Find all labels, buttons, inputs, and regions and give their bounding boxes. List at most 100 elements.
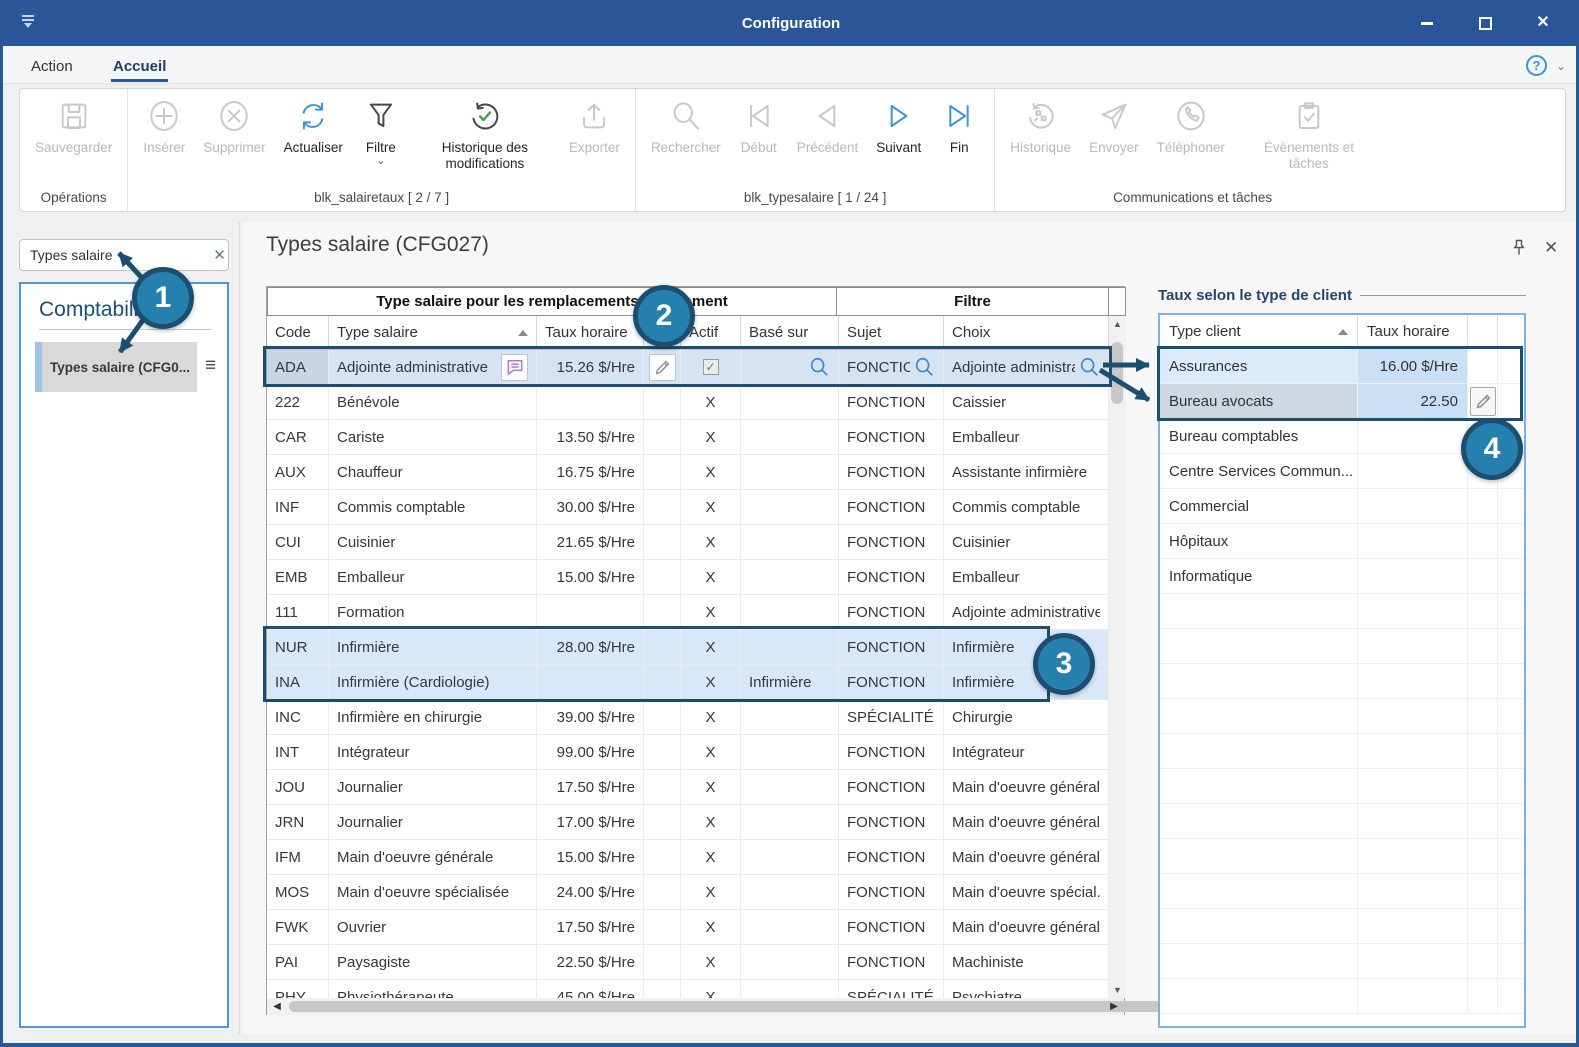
cell-code[interactable]: JRN (267, 805, 329, 839)
cell-sujet[interactable]: FONCTION (839, 770, 944, 804)
table-row[interactable]: FWKOuvrier17.50 $/HreXFONCTIONMain d'oeu… (267, 910, 1109, 945)
cell-edit[interactable] (1468, 769, 1498, 803)
cell-actif[interactable]: X (681, 945, 741, 979)
column-header-type-client[interactable]: Type client (1160, 315, 1358, 348)
cell-type-client[interactable] (1160, 839, 1358, 873)
cell-sujet[interactable]: FONCTION (839, 385, 944, 419)
cell-code[interactable]: FWK (267, 910, 329, 944)
table-row[interactable] (1160, 944, 1524, 979)
edit-pencil-button[interactable] (649, 354, 676, 381)
cell-edit[interactable] (644, 490, 681, 524)
column-header-sujet[interactable]: Sujet (839, 316, 944, 350)
cell-taux-horaire[interactable] (1358, 979, 1468, 1013)
cell-taux-horaire[interactable]: 13.50 $/Hre (537, 420, 644, 454)
cell-base-sur[interactable] (741, 700, 839, 734)
cell-edit[interactable] (644, 420, 681, 454)
maximize-button[interactable] (1456, 0, 1514, 46)
cell-sujet[interactable]: FONCTION (839, 805, 944, 839)
cell-taux-horaire[interactable] (1358, 734, 1468, 768)
cell-type-client[interactable] (1160, 769, 1358, 803)
column-header-base-sur[interactable]: Basé sur (741, 316, 839, 350)
cell-type-client[interactable] (1160, 944, 1358, 978)
cell-type-salaire[interactable]: Chauffeur (329, 455, 537, 489)
close-button[interactable]: ✕ (1514, 0, 1572, 46)
ribbon-button-historique[interactable]: Historique (1001, 89, 1080, 156)
cell-code[interactable]: JOU (267, 770, 329, 804)
cell-taux-horaire[interactable]: 17.50 $/Hre (537, 770, 644, 804)
cell-taux-horaire[interactable] (537, 595, 644, 629)
cell-type-salaire[interactable]: Main d'oeuvre spécialisée (329, 875, 537, 909)
cell-actif[interactable]: X (681, 980, 741, 998)
ribbon-button-exporter[interactable]: Exporter (560, 89, 629, 156)
cell-taux-horaire[interactable] (1358, 524, 1468, 558)
cell-base-sur[interactable] (741, 560, 839, 594)
table-row[interactable] (1160, 839, 1524, 874)
cell-taux-horaire[interactable]: 21.65 $/Hre (537, 525, 644, 559)
table-row[interactable] (1160, 664, 1524, 699)
cell-actif[interactable]: X (681, 595, 741, 629)
cell-taux-horaire[interactable] (1358, 454, 1468, 488)
cell-taux-horaire[interactable]: 16.75 $/Hre (537, 455, 644, 489)
table-row[interactable]: NURInfirmière28.00 $/HreXFONCTIONInfirmi… (267, 630, 1109, 665)
cell-code[interactable]: CAR (267, 420, 329, 454)
ribbon-button-actualiser[interactable]: Actualiser (275, 89, 352, 156)
cell-taux-horaire[interactable]: 24.00 $/Hre (537, 875, 644, 909)
cell-edit[interactable] (1468, 804, 1498, 838)
checkbox-checked-icon[interactable]: ✓ (703, 359, 719, 375)
cell-edit[interactable] (644, 770, 681, 804)
cell-type-salaire[interactable]: Journalier (329, 770, 537, 804)
cell-type-client[interactable]: Centre Services Commun... (1160, 454, 1358, 488)
table-row[interactable]: EMBEmballeur15.00 $/HreXFONCTIONEmballeu… (267, 560, 1109, 595)
table-row[interactable]: Commercial (1160, 489, 1524, 524)
help-icon[interactable]: ? (1526, 55, 1547, 76)
table-row[interactable] (1160, 804, 1524, 839)
cell-actif[interactable]: X (681, 490, 741, 524)
cell-base-sur[interactable] (741, 630, 839, 664)
sidebar-item-types-salaire[interactable]: Types salaire (CFG0... (35, 342, 197, 392)
cell-base-sur[interactable] (741, 840, 839, 874)
cell-type-client[interactable]: Informatique (1160, 559, 1358, 593)
search-input[interactable] (20, 247, 211, 263)
cell-edit[interactable] (644, 840, 681, 874)
table-row[interactable]: ADAAdjointe administrative15.26 $/Hre✓FO… (267, 350, 1109, 385)
table-row[interactable] (1160, 734, 1524, 769)
table-row[interactable]: 111FormationXFONCTIONAdjointe administra… (267, 595, 1109, 630)
cell-sujet[interactable]: FONCTION (839, 420, 944, 454)
cell-actif[interactable]: X (681, 525, 741, 559)
clear-search-icon[interactable]: ✕ (211, 246, 228, 264)
cell-sujet[interactable]: FONCTION (839, 910, 944, 944)
cell-choix[interactable]: Cuisinier (944, 525, 1109, 559)
cell-choix[interactable]: Main d'oeuvre générale (944, 910, 1109, 944)
cell-edit[interactable] (644, 700, 681, 734)
cell-edit[interactable] (1468, 524, 1498, 558)
cell-edit[interactable] (644, 980, 681, 998)
cell-base-sur[interactable]: Infirmière (741, 665, 839, 699)
cell-actif[interactable]: X (681, 630, 741, 664)
cell-actif[interactable]: X (681, 385, 741, 419)
cell-edit[interactable] (644, 350, 681, 384)
cell-type-salaire[interactable]: Infirmière (Cardiologie) (329, 665, 537, 699)
cell-choix[interactable]: Adjointe administrative (944, 595, 1109, 629)
cell-sujet[interactable]: SPÉCIALITÉ (839, 980, 944, 998)
scrollbar-thumb[interactable] (1111, 342, 1123, 404)
cell-edit[interactable] (1468, 944, 1498, 978)
cell-edit[interactable] (1468, 489, 1498, 523)
sidebar-search-box[interactable]: ✕ (19, 239, 229, 271)
cell-edit[interactable] (1468, 874, 1498, 908)
cell-sujet[interactable]: FONCTION (839, 945, 944, 979)
cell-type-salaire[interactable]: Journalier (329, 805, 537, 839)
cell-taux-horaire[interactable] (1358, 804, 1468, 838)
cell-edit[interactable] (644, 910, 681, 944)
table-row[interactable]: PHYPhysiothérapeute45.00 $/HreXSPÉCIALIT… (267, 980, 1109, 998)
cell-taux-horaire[interactable]: 22.50 $/Hre (537, 945, 644, 979)
cell-choix[interactable]: Main d'oeuvre générale (944, 770, 1109, 804)
cell-edit[interactable] (1468, 734, 1498, 768)
cell-edit[interactable] (1468, 664, 1498, 698)
cell-base-sur[interactable] (741, 385, 839, 419)
cell-taux-horaire[interactable]: 15.00 $/Hre (537, 560, 644, 594)
cell-type-client[interactable]: Bureau comptables (1160, 419, 1358, 453)
scroll-up-icon[interactable]: ▲ (1109, 316, 1126, 332)
cell-base-sur[interactable] (741, 980, 839, 998)
cell-taux-horaire[interactable]: 99.00 $/Hre (537, 735, 644, 769)
scroll-left-icon[interactable]: ◀ (267, 1001, 287, 1012)
